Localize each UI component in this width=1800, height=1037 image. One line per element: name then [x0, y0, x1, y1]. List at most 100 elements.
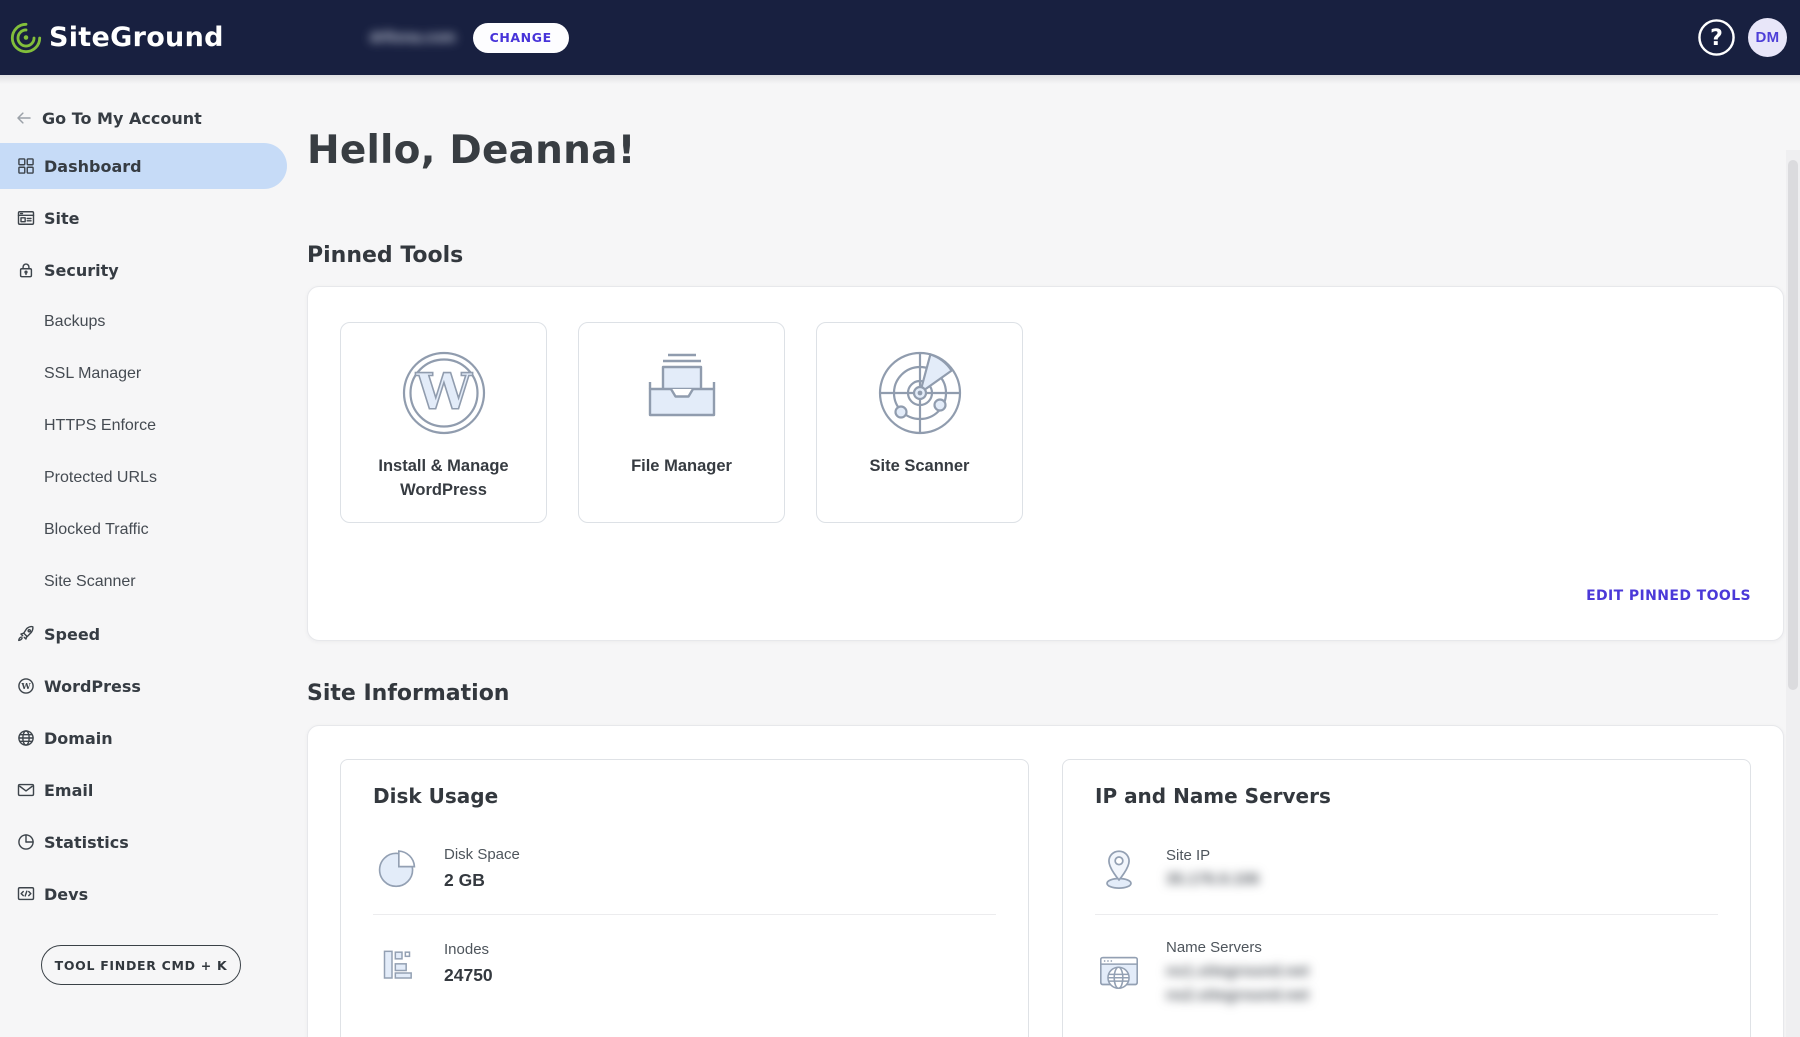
info-label: Site IP: [1166, 847, 1259, 864]
sidebar-item-email[interactable]: Email: [0, 764, 287, 816]
sidebar-item-label: Blocked Traffic: [44, 521, 149, 539]
sidebar-item-label: HTTPS Enforce: [44, 417, 156, 435]
sidebar-nav: Dashboard Site Security Backups SSL Manager H…: [0, 143, 287, 920]
sidebar-item-backups[interactable]: Backups: [0, 296, 287, 348]
tool-card-install-manage-wordpress[interactable]: W Install & Manage WordPress: [340, 322, 547, 523]
padlock-icon: [16, 260, 36, 280]
site-information-cards: Disk Usage Disk Space 2 GB Inodes 24750 IP …: [340, 759, 1751, 1037]
sidebar-item-dashboard[interactable]: Dashboard: [0, 143, 287, 189]
avatar[interactable]: DM: [1748, 18, 1787, 57]
info-row-site-ip: Site IP 35.176.9.106: [1063, 844, 1750, 892]
tool-card-file-manager[interactable]: File Manager: [578, 322, 785, 523]
location-pin-icon: [1095, 844, 1143, 892]
domain-area: drfiona.com CHANGE: [370, 23, 569, 53]
app-root: SiteGround drfiona.com CHANGE ? DM: [0, 0, 1800, 1037]
edit-row: EDIT PINNED TOOLS: [340, 587, 1751, 605]
sidebar-item-label: Dashboard: [44, 157, 142, 176]
change-domain-button[interactable]: CHANGE: [473, 23, 569, 53]
sidebar-item-site[interactable]: Site: [0, 192, 287, 244]
tool-card-site-scanner[interactable]: Site Scanner: [816, 322, 1023, 523]
sidebar-item-devs[interactable]: Devs: [0, 868, 287, 920]
back-to-account-link[interactable]: Go To My Account: [0, 106, 287, 130]
code-icon: [16, 884, 36, 904]
sidebar-item-label: Domain: [44, 729, 113, 748]
file-manager-icon: [632, 343, 732, 443]
info-card-ip-and-name-servers: IP and Name Servers Site IP35.176.9.106 …: [1062, 759, 1751, 1037]
wordpress-icon: W: [16, 676, 36, 696]
envelope-icon: [16, 780, 36, 800]
info-label: Disk Space: [444, 846, 520, 863]
main-content: Hello, Deanna! Pinned Tools W Install & …: [287, 75, 1800, 1037]
pinned-tools-list: W Install & Manage WordPress File Manage…: [340, 322, 1751, 523]
sidebar-item-label: Protected URLs: [44, 469, 157, 487]
scrollbar-thumb[interactable]: [1788, 160, 1798, 690]
wordpress-tool-icon: W: [394, 343, 494, 443]
info-row-name-servers: Name Servers ns1.siteground.net ns2.sitegr…: [1063, 939, 1750, 1005]
info-value: 24750: [444, 965, 493, 986]
sidebar-item-https-enforce[interactable]: HTTPS Enforce: [0, 400, 287, 452]
sidebar-item-ssl-manager[interactable]: SSL Manager: [0, 348, 287, 400]
info-value-blurred: ns2.siteground.net: [1166, 987, 1309, 1005]
info-texts: Site IP 35.176.9.106: [1166, 847, 1259, 889]
sidebar-item-site-scanner[interactable]: Site Scanner: [0, 556, 287, 608]
question-mark-icon[interactable]: ?: [1697, 18, 1736, 57]
svg-text:?: ?: [1710, 26, 1723, 51]
site-information-card: Disk Usage Disk Space 2 GB Inodes 24750 IP …: [307, 725, 1784, 1037]
info-value-blurred: 35.176.9.106: [1166, 871, 1259, 889]
sidebar-item-security[interactable]: Security: [0, 244, 287, 296]
sidebar-item-wordpress[interactable]: WWordPress: [0, 660, 287, 712]
tool-card-label: Site Scanner: [852, 455, 988, 479]
sidebar-item-statistics[interactable]: Statistics: [0, 816, 287, 868]
info-card-title: Disk Usage: [341, 760, 1028, 808]
page-scrollbar[interactable]: [1786, 150, 1800, 1037]
sidebar-item-label: Site: [44, 209, 80, 228]
info-card-disk-usage: Disk Usage Disk Space 2 GB Inodes 24750: [340, 759, 1029, 1037]
siteground-logo-icon: [9, 21, 43, 55]
sidebar: Go To My Account Dashboard Site Security Ba…: [0, 75, 287, 1037]
info-value: 2 GB: [444, 870, 520, 891]
brand-name[interactable]: SiteGround: [49, 22, 224, 53]
brand: SiteGround: [9, 21, 224, 55]
browser-window-icon: [16, 208, 36, 228]
svg-text:W: W: [414, 362, 472, 421]
info-label: Inodes: [444, 941, 493, 958]
rocket-icon: [16, 624, 36, 644]
topbar-right: ? DM: [1697, 18, 1787, 57]
pie-chart-icon: [16, 832, 36, 852]
divider: [373, 914, 996, 915]
pinned-tools-card: W Install & Manage WordPress File Manage…: [307, 286, 1784, 641]
sidebar-item-label: Statistics: [44, 833, 129, 852]
topbar: SiteGround drfiona.com CHANGE ? DM: [0, 0, 1800, 75]
sidebar-item-label: Backups: [44, 313, 105, 331]
divider: [1095, 914, 1718, 915]
info-row-disk-space: Disk Space 2 GB: [341, 844, 1028, 892]
info-texts: Name Servers ns1.siteground.net ns2.sitegr…: [1166, 939, 1309, 1005]
greeting-heading: Hello, Deanna!: [307, 128, 1784, 173]
inodes-icon: [373, 939, 421, 987]
sidebar-item-label: Site Scanner: [44, 573, 136, 591]
globe-icon: [16, 728, 36, 748]
tool-finder-button[interactable]: TOOL FINDER CMD + K: [41, 945, 241, 985]
info-texts: Inodes 24750: [444, 941, 493, 986]
sidebar-item-label: Speed: [44, 625, 100, 644]
sidebar-item-label: Security: [44, 261, 119, 280]
disk-pie-icon: [373, 844, 421, 892]
page-body: Go To My Account Dashboard Site Security Ba…: [0, 75, 1800, 1037]
tool-card-label: File Manager: [613, 455, 750, 479]
info-label: Name Servers: [1166, 939, 1309, 956]
grid-icon: [16, 156, 36, 176]
sidebar-item-protected-urls[interactable]: Protected URLs: [0, 452, 287, 504]
current-domain-blurred: drfiona.com: [370, 29, 456, 46]
sidebar-item-label: SSL Manager: [44, 365, 141, 383]
info-texts: Disk Space 2 GB: [444, 846, 520, 891]
info-card-title: IP and Name Servers: [1063, 760, 1750, 808]
sidebar-item-domain[interactable]: Domain: [0, 712, 287, 764]
tool-card-label: Install & Manage WordPress: [341, 455, 546, 503]
info-row-inodes: Inodes 24750: [341, 939, 1028, 987]
sidebar-item-speed[interactable]: Speed: [0, 608, 287, 660]
edit-pinned-tools-link[interactable]: EDIT PINNED TOOLS: [1586, 588, 1751, 604]
site-scanner-icon: [870, 343, 970, 443]
info-value-blurred: ns1.siteground.net: [1166, 963, 1309, 981]
sidebar-item-label: Email: [44, 781, 93, 800]
sidebar-item-blocked-traffic[interactable]: Blocked Traffic: [0, 504, 287, 556]
